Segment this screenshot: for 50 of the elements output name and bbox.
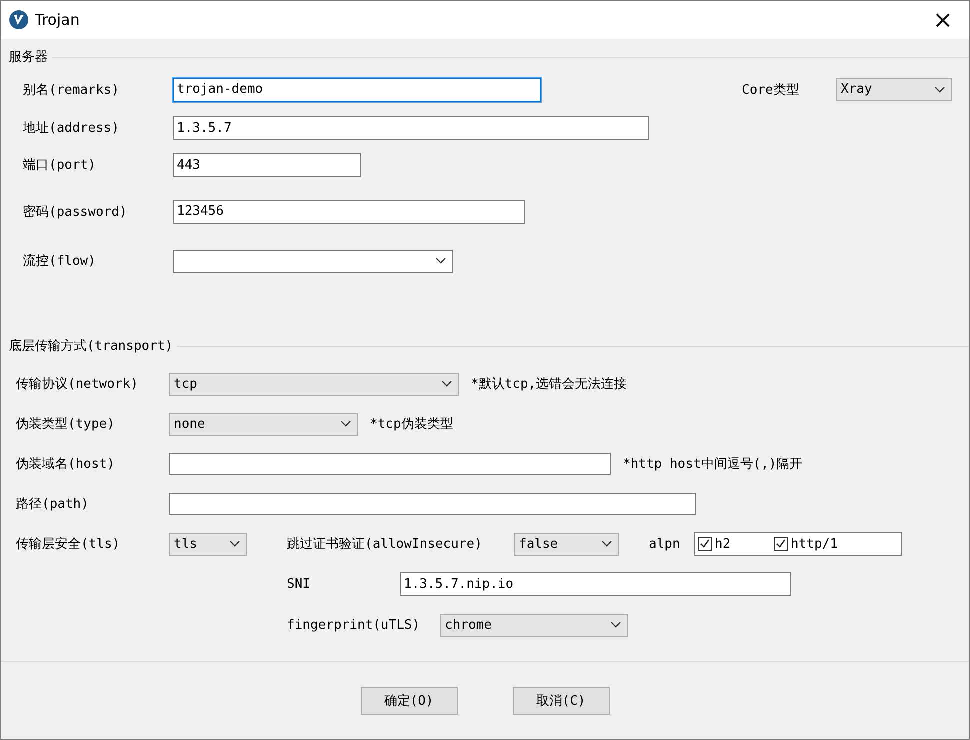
field-label: 流控(flow) (23, 253, 97, 270)
hint-text: *默认tcp,选错会无法连接 (471, 376, 628, 393)
field-label: 地址(address) (23, 120, 120, 137)
dropdown[interactable]: tcp (169, 372, 459, 396)
hint-text: *http host中间逗号(,)隔开 (623, 456, 803, 473)
field-label: 跳过证书验证(allowInsecure) (287, 536, 484, 553)
input-field[interactable]: trojan-demo (173, 78, 541, 102)
group-title: 底层传输方式(transport) (8, 338, 174, 355)
close-button[interactable]: × (925, 5, 961, 35)
chevron-down-icon (611, 622, 621, 628)
field-label: SNI (287, 576, 312, 592)
chevron-down-icon (341, 421, 351, 427)
hint-text: *tcp伪装类型 (370, 416, 454, 433)
chevron-down-icon (935, 86, 945, 92)
field-label: 传输协议(network) (16, 376, 140, 393)
ok-button[interactable]: 确定(O) (360, 686, 458, 714)
field-label: 密码(password) (23, 204, 128, 220)
dropdown[interactable]: tls (169, 532, 247, 556)
input-field[interactable]: 1.3.5.7 (173, 116, 649, 140)
checkbox-label: http/1 (791, 536, 838, 552)
dropdown[interactable]: false (514, 532, 619, 556)
dropdown[interactable]: Xray (836, 78, 952, 101)
cancel-button[interactable]: 取消(C) (512, 686, 610, 714)
input-field[interactable]: 123456 (173, 200, 525, 224)
dropdown[interactable]: chrome (440, 614, 628, 636)
field-label: 端口(port) (23, 157, 97, 174)
field-label: 别名(remarks) (23, 82, 120, 98)
dropdown[interactable]: none (169, 412, 358, 436)
input-field[interactable] (169, 453, 611, 475)
checkbox[interactable] (774, 537, 788, 551)
input-field[interactable]: 443 (173, 153, 361, 177)
app-logo-icon (9, 10, 29, 30)
field-label: fingerprint(uTLS) (287, 618, 422, 632)
group-title: 服务器 (8, 49, 49, 66)
input-field[interactable]: 1.3.5.7.nip.io (400, 572, 791, 596)
checkbox-label: h2 (715, 536, 731, 552)
input-field[interactable] (169, 493, 696, 515)
field-label: 伪装域名(host) (16, 456, 116, 473)
chevron-down-icon (442, 381, 452, 387)
field-label: alpn (649, 536, 682, 552)
field-label: 传输层安全(tls) (16, 536, 122, 553)
chevron-down-icon (602, 541, 612, 547)
checkbox[interactable] (698, 537, 712, 551)
field-label: 路径(path) (16, 496, 90, 513)
window-title: Trojan (35, 11, 81, 29)
field-label: Core类型 (742, 82, 800, 98)
dropdown[interactable] (173, 250, 453, 272)
chevron-down-icon (230, 541, 240, 547)
chevron-down-icon (436, 258, 446, 264)
field-label: 伪装类型(type) (16, 416, 116, 433)
